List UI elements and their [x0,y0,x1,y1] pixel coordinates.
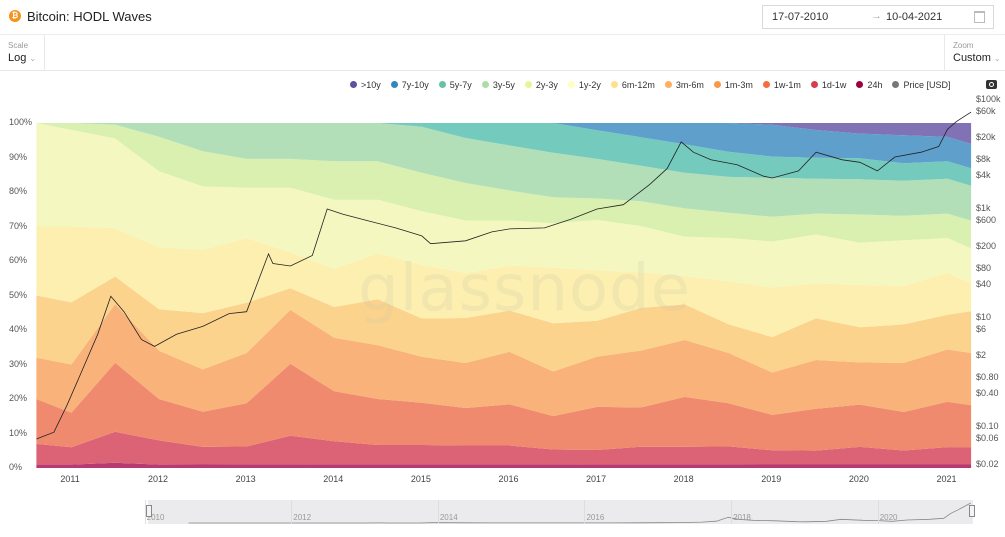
y-right-tick-label: $200 [976,241,997,252]
y-left-tick-label: 10% [9,427,28,438]
navigator-label: 2018 [733,513,751,522]
y-right-tick-label: $10 [976,311,992,322]
y-left-tick-label: 100% [9,117,33,127]
x-tick-label: 2015 [410,474,431,484]
y-right-tick-label: $60k [976,106,996,117]
x-tick-label: 2016 [498,474,519,484]
y-right-tick-label: $4k [976,170,991,181]
y-left-tick-label: 90% [9,151,28,162]
navigator-gridline [731,500,733,524]
y-right-tick-label: $600 [976,215,997,226]
navigator-label: 2014 [439,513,458,522]
navigator-gridline [877,500,879,524]
x-tick-label: 2013 [235,474,256,484]
navigator-right-handle[interactable] [969,505,975,517]
y-right-tick-label: $40 [976,279,992,290]
x-tick-label: 2019 [761,474,782,484]
y-right-tick-label: $0.02 [976,459,999,469]
navigator-gridline [437,500,439,524]
y-left-tick-label: 20% [9,393,28,403]
y-left-tick-label: 30% [9,358,28,369]
x-tick-label: 2018 [673,474,694,484]
y-right-tick-label: $0.10 [976,420,999,431]
y-right-tick-label: $8k [976,153,991,164]
y-right-tick-label: $100k [976,94,1001,104]
y-right-tick-label: $6 [976,324,987,335]
y-right-tick-label: $1k [976,202,991,213]
navigator-left-handle[interactable] [146,505,152,517]
y-left-tick-label: 70% [9,220,28,231]
range-navigator[interactable]: 2010 2012 2014 2016 2018 2020 [108,500,975,524]
y-right-tick-label: $0.40 [976,388,999,399]
y-left-tick-label: 0% [9,462,23,472]
x-tick-label: 2011 [60,474,80,484]
y-left-tick-label: 80% [9,186,28,196]
y-right-tick-label: $80 [976,262,992,273]
y-left-tick-label: 40% [9,324,28,334]
navigator-gridline [291,500,293,524]
navigator-label: 2016 [586,513,605,522]
x-tick-label: 2021 [936,474,957,484]
y-left-tick-label: 50% [9,289,28,300]
y-right-tick-label: $2 [976,350,987,361]
navigator-label: 2020 [879,513,898,522]
navigator-label: 2012 [293,513,312,522]
y-right-tick-label: $20k [976,132,996,143]
y-right-tick-label: $0.80 [976,371,999,382]
x-tick-label: 2014 [323,474,344,484]
y-right-tick-label: $0.06 [976,433,999,443]
x-tick-label: 2020 [848,474,869,484]
x-tick-label: 2017 [586,474,607,484]
x-tick-label: 2012 [148,474,169,484]
navigator-price-line [188,502,971,524]
watermark: glassnode [358,252,692,326]
y-left-tick-label: 60% [9,255,28,265]
navigator-gridline [584,500,586,524]
